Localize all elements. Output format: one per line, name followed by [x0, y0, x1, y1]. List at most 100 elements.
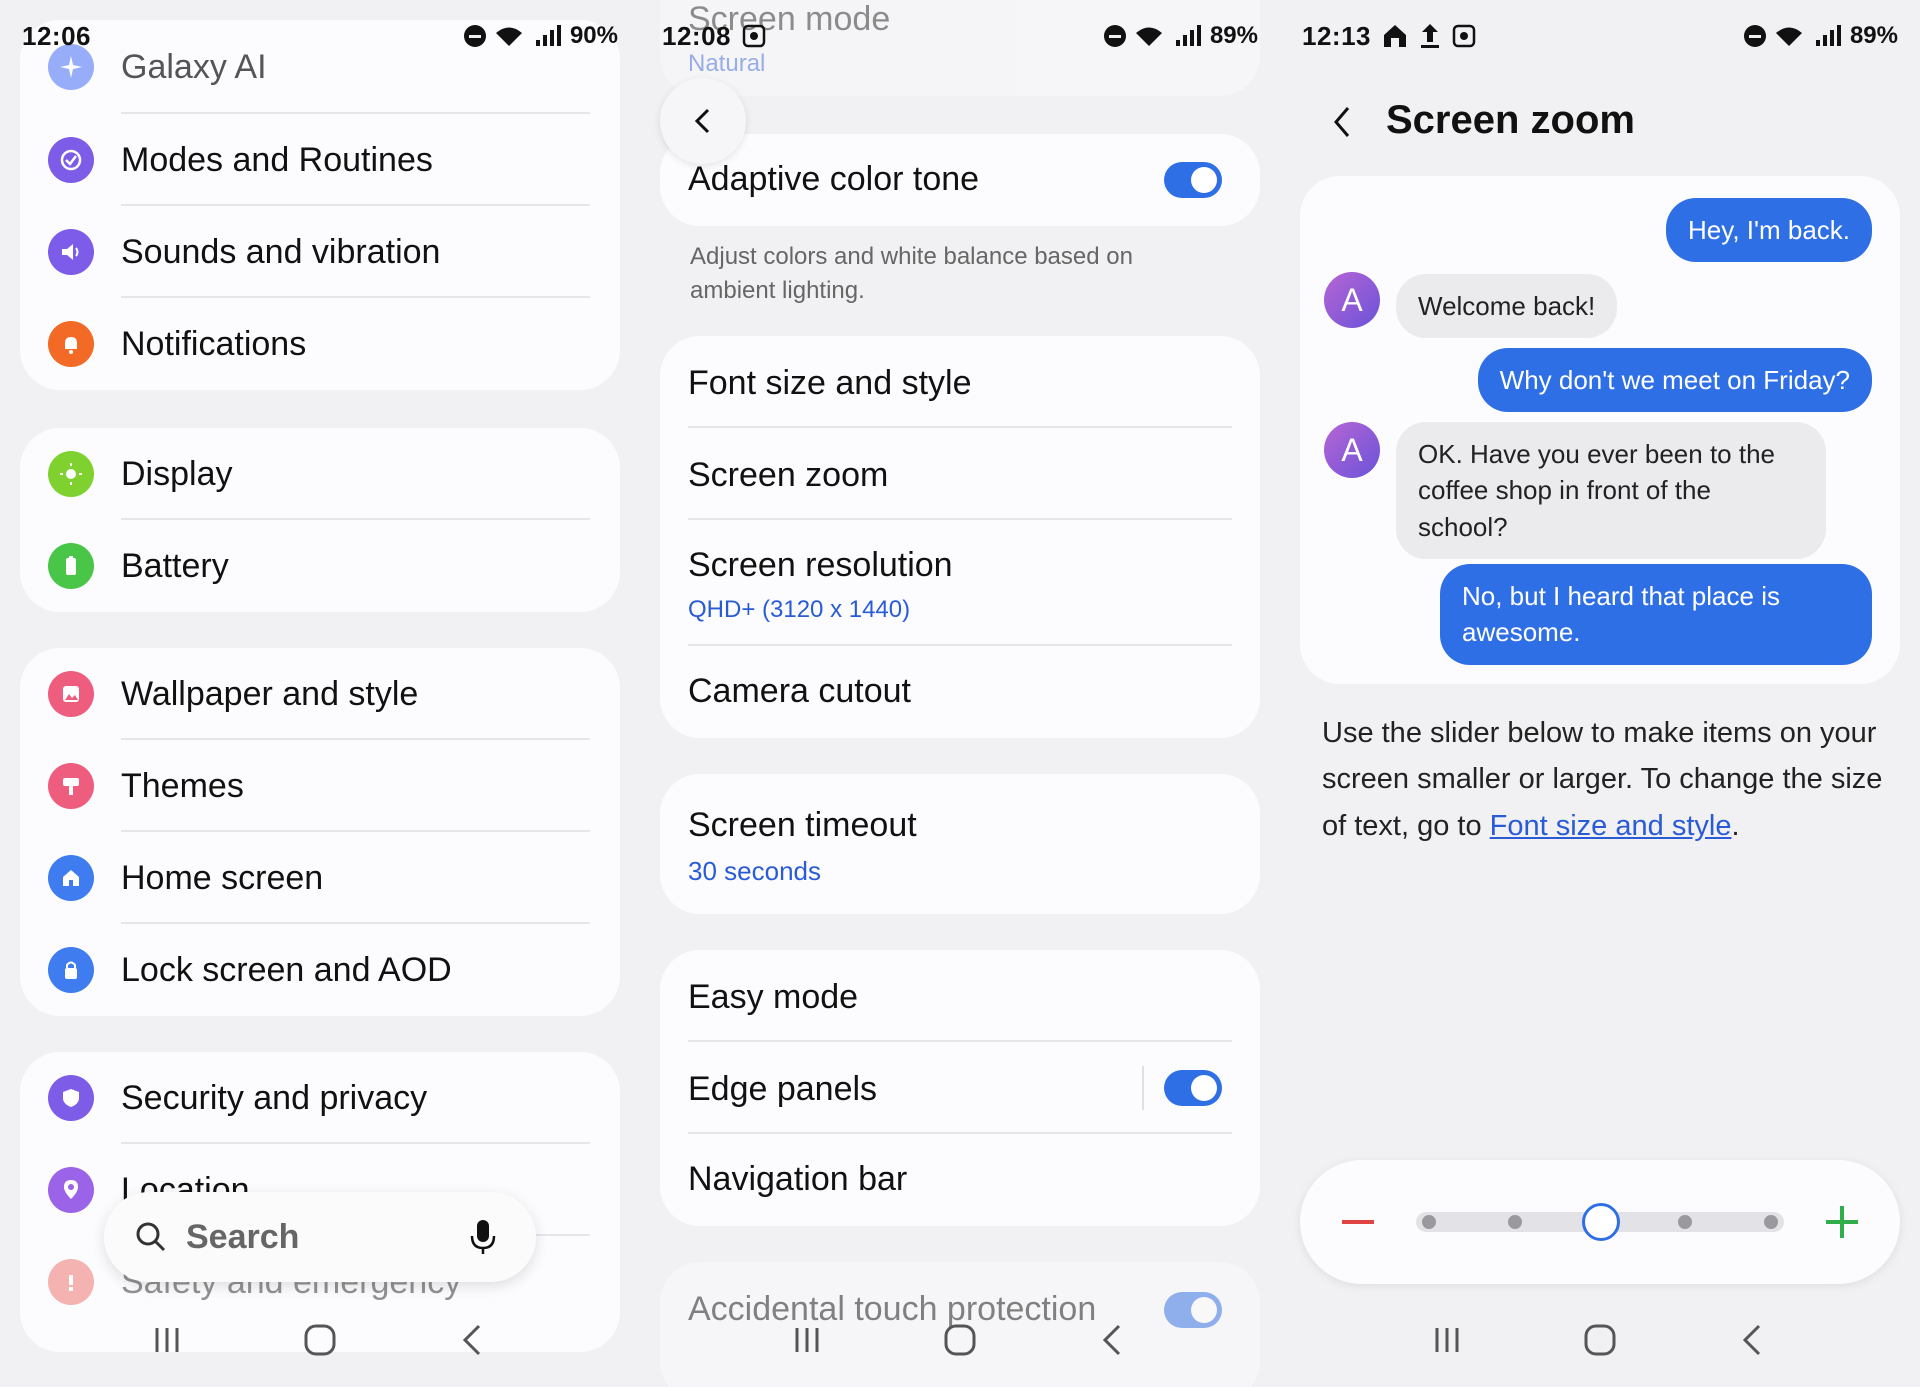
settings-item-label: Themes [121, 766, 244, 805]
back-button[interactable] [660, 78, 746, 164]
settings-item-home-screen[interactable]: Home screen [20, 832, 620, 924]
status-bar: 12:06 90% [22, 18, 618, 54]
status-bar: 12:08 89% [662, 18, 1258, 54]
display-settings-panel: 12:08 89% Screen mode Natural Adaptive c… [640, 0, 1280, 1387]
settings-item-label: Home screen [121, 858, 324, 897]
adaptive-color-tone-toggle[interactable] [1164, 162, 1222, 198]
header: Screen zoom [1280, 92, 1920, 152]
screen-timeout-label: Screen timeout [688, 806, 917, 844]
vertical-divider [1142, 1066, 1144, 1110]
settings-group-display: Display Battery [20, 428, 620, 612]
item-label: Navigation bar [688, 1160, 908, 1198]
status-bar: 12:13 89% [1302, 18, 1898, 54]
item-label: Edge panels [688, 1070, 878, 1108]
display-options-group: Easy mode Edge panels Navigation bar [660, 950, 1260, 1226]
chat-bubble-incoming: OK. Have you ever been to the coffee sho… [1396, 422, 1826, 560]
settings-item-label: Battery [121, 546, 229, 585]
screenshot-icon [742, 24, 766, 48]
zoom-slider-card [1300, 1160, 1900, 1284]
back-icon[interactable] [1733, 1320, 1773, 1360]
settings-item-edge-panels[interactable]: Edge panels [660, 1042, 1260, 1134]
navigation-bar [0, 1315, 640, 1365]
back-icon[interactable] [453, 1320, 493, 1360]
wifi-icon [1775, 27, 1802, 46]
settings-item-themes[interactable]: Themes [20, 740, 620, 832]
preview-card: Hey, I'm back. A Welcome back! Why don't… [1300, 176, 1900, 684]
screenshot-icon [1452, 24, 1476, 48]
settings-item-easy-mode[interactable]: Easy mode [660, 950, 1260, 1042]
chat-bubble-outgoing: No, but I heard that place is awesome. [1440, 564, 1872, 665]
status-time: 12:06 [22, 20, 91, 51]
chevron-left-icon [694, 108, 710, 134]
home-button-icon[interactable] [1580, 1320, 1620, 1360]
wifi-icon [495, 27, 522, 46]
battery-icon [48, 543, 94, 589]
screen-timeout-card[interactable]: Screen timeout 30 seconds [660, 774, 1260, 914]
zoom-out-minus-icon[interactable] [1338, 1202, 1378, 1242]
do-not-disturb-icon [463, 25, 486, 47]
avatar: A [1324, 272, 1380, 328]
navigation-bar [1280, 1315, 1920, 1365]
settings-item-label: Display [121, 454, 233, 493]
screen-zoom-panel: 12:13 89% Screen zoom Hey, I'm back. A W… [1280, 0, 1920, 1387]
screen-timeout-value: 30 seconds [688, 856, 821, 886]
home-button-icon[interactable] [300, 1320, 340, 1360]
settings-item-navigation-bar[interactable]: Navigation bar [660, 1134, 1260, 1226]
settings-item-battery[interactable]: Battery [20, 520, 620, 612]
shield-icon [48, 1075, 94, 1121]
settings-item-font-size-and-style[interactable]: Font size and style [660, 336, 1260, 428]
search-input[interactable]: Search [186, 1218, 299, 1257]
wallpaper-icon [48, 671, 94, 717]
item-label: Camera cutout [688, 672, 911, 710]
do-not-disturb-icon [1743, 25, 1766, 47]
signal-icon [1815, 25, 1841, 46]
modes-routines-icon [48, 137, 94, 183]
settings-item-notifications[interactable]: Notifications [20, 298, 620, 390]
slider-step-dot [1422, 1215, 1436, 1229]
settings-item-security-and-privacy[interactable]: Security and privacy [20, 1052, 620, 1144]
back-icon[interactable] [1093, 1320, 1133, 1360]
settings-item-sounds-and-vibration[interactable]: Sounds and vibration [20, 206, 620, 298]
adaptive-color-tone-card[interactable]: Adaptive color tone [660, 134, 1260, 226]
chat-bubble-incoming: Welcome back! [1396, 274, 1618, 339]
home-icon [48, 855, 94, 901]
settings-panel: 12:06 90% Galaxy AI Modes and Routines S… [0, 0, 640, 1387]
location-icon [48, 1167, 94, 1213]
adaptive-color-tone-description: Adjust colors and white balance based on… [690, 243, 1133, 304]
settings-item-label: Notifications [121, 324, 307, 363]
settings-item-lock-screen[interactable]: Lock screen and AOD [20, 924, 620, 1016]
upload-icon [1421, 24, 1439, 48]
adaptive-color-tone-label: Adaptive color tone [688, 160, 980, 198]
recent-apps-icon[interactable] [147, 1320, 187, 1360]
settings-item-wallpaper-and-style[interactable]: Wallpaper and style [20, 648, 620, 740]
zoom-in-plus-icon[interactable] [1822, 1202, 1862, 1242]
settings-item-camera-cutout[interactable]: Camera cutout [660, 646, 1260, 738]
settings-item-display[interactable]: Display [20, 428, 620, 520]
settings-item-label: Wallpaper and style [121, 674, 419, 713]
search-bar[interactable]: Search [104, 1192, 536, 1282]
settings-item-screen-zoom[interactable]: Screen zoom [660, 428, 1260, 520]
settings-item-screen-resolution[interactable]: Screen resolution QHD+ (3120 x 1440) [660, 520, 1260, 646]
settings-group-personalization: Wallpaper and style Themes Home screen L… [20, 648, 620, 1016]
settings-item-modes-and-routines[interactable]: Modes and Routines [20, 114, 620, 206]
screen-mode-value: Natural [688, 50, 766, 77]
back-chevron-icon[interactable] [1326, 104, 1358, 140]
navigation-bar [640, 1315, 1280, 1365]
signal-icon [535, 25, 561, 46]
zoom-slider-track[interactable] [1416, 1203, 1784, 1241]
settings-item-label: Lock screen and AOD [121, 950, 452, 989]
recent-apps-icon[interactable] [1427, 1320, 1467, 1360]
item-label: Easy mode [688, 978, 859, 1016]
microphone-icon[interactable] [468, 1218, 498, 1256]
sun-icon [48, 451, 94, 497]
recent-apps-icon[interactable] [787, 1320, 827, 1360]
battery-level: 89% [1849, 22, 1898, 49]
item-label: Screen resolution [688, 546, 953, 584]
font-size-and-style-link[interactable]: Font size and style [1490, 810, 1732, 842]
item-value: QHD+ (3120 x 1440) [688, 596, 911, 623]
zoom-slider-thumb[interactable] [1582, 1203, 1620, 1241]
home-button-icon[interactable] [940, 1320, 980, 1360]
edge-panels-toggle[interactable] [1164, 1070, 1222, 1106]
slider-step-dot [1764, 1215, 1778, 1229]
status-time: 12:13 [1302, 20, 1371, 51]
